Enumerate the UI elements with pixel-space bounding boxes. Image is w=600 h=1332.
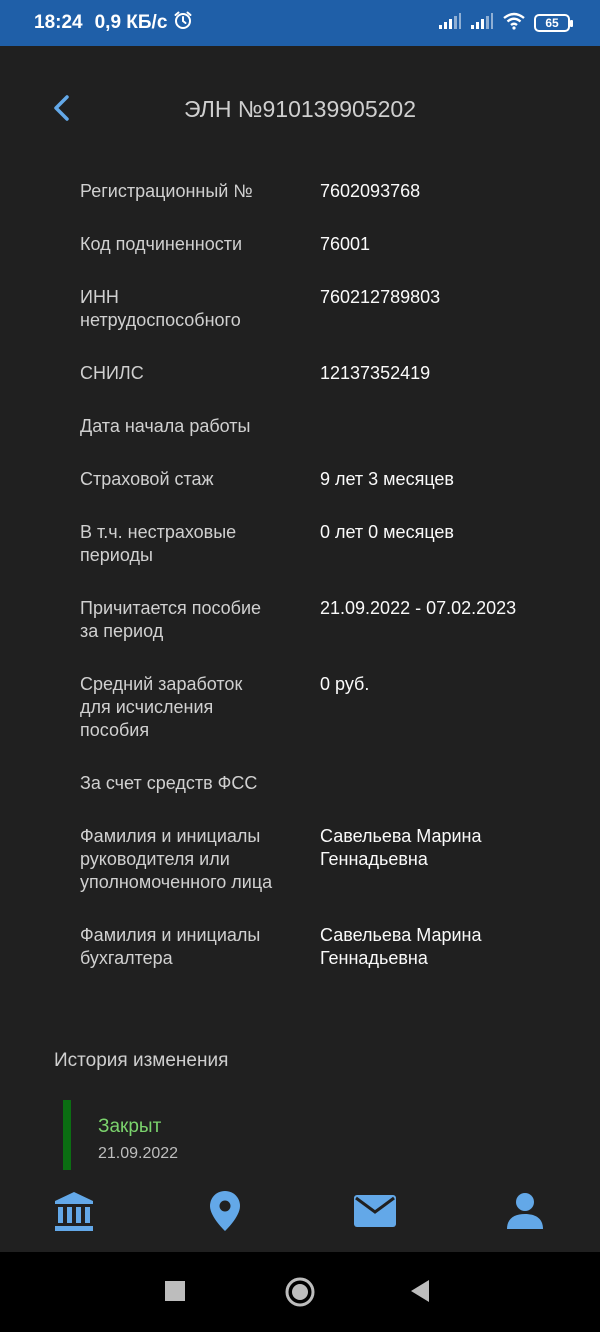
detail-label: ИНН нетрудоспособного (80, 287, 241, 330)
history-status: Закрыт (98, 1116, 162, 1137)
status-time: 18:24 (34, 12, 83, 33)
detail-row: Причитается пособие за период 21.09.2022 … (80, 597, 560, 643)
battery-icon: 65 (534, 14, 573, 32)
status-right: 65 (438, 12, 573, 35)
detail-label: Код подчиненности (80, 234, 243, 254)
detail-value: 76001 (320, 234, 371, 254)
detail-row: В т.ч. нестраховые периоды 0 лет 0 месяце… (80, 521, 560, 567)
detail-label: Регистрационный № (80, 181, 253, 201)
detail-row: Регистрационный № 7602093768 (80, 180, 560, 203)
detail-value: 0 лет 0 месяцев (320, 522, 454, 542)
status-left: 18:24 0,9 КБ/с (34, 10, 193, 36)
triangle-back-icon (409, 1279, 431, 1308)
system-nav-bar (0, 1252, 600, 1332)
back-system-button[interactable] (405, 1278, 435, 1308)
detail-label: Дата начала работы (80, 416, 251, 436)
detail-value: 12137352419 (320, 363, 431, 383)
nav-mail-button[interactable] (350, 1188, 400, 1238)
square-icon (164, 1280, 186, 1307)
detail-value: 760212789803 (320, 287, 441, 307)
detail-value: Савельева Марина Геннадьевна (320, 925, 482, 968)
recent-apps-button[interactable] (160, 1278, 190, 1308)
bottom-nav (0, 1180, 600, 1250)
person-icon (505, 1191, 545, 1236)
detail-label: СНИЛС (80, 363, 144, 383)
history-status-bar (63, 1100, 71, 1170)
signal-icon (438, 12, 462, 35)
detail-label: Причитается пособие за период (80, 598, 262, 641)
detail-row: Фамилия и инициалы руководителя или упол… (80, 825, 560, 894)
circle-icon (284, 1276, 316, 1313)
alarm-icon (173, 10, 193, 36)
nav-location-button[interactable] (200, 1188, 250, 1238)
detail-label: Средний заработок для исчисления пособия (80, 674, 243, 740)
detail-row: Средний заработок для исчисления пособия… (80, 673, 560, 742)
nav-profile-button[interactable] (500, 1188, 550, 1238)
detail-label: За счет средств ФСС (80, 773, 258, 793)
details-list: Регистрационный № 7602093768 Код подчиненн… (80, 180, 560, 1000)
detail-row: Фамилия и инициалы бухгалтера Савельева М… (80, 924, 560, 970)
signal-icon-2 (470, 12, 494, 35)
detail-row: ИНН нетрудоспособного 760212789803 (80, 286, 560, 332)
detail-row: Страховой стаж 9 лет 3 месяцев (80, 468, 560, 491)
detail-label: В т.ч. нестраховые периоды (80, 522, 237, 565)
detail-value: Савельева Марина Геннадьевна (320, 826, 482, 869)
detail-label: Страховой стаж (80, 469, 214, 489)
bank-icon (52, 1189, 96, 1238)
detail-row: За счет средств ФСС (80, 772, 560, 795)
detail-row: Дата начала работы (80, 415, 560, 438)
detail-row: СНИЛС 12137352419 (80, 362, 560, 385)
history-item[interactable]: Закрыт 21.09.2022 (63, 1100, 543, 1170)
location-pin-icon (208, 1189, 242, 1238)
history-title: История изменения (54, 1050, 229, 1071)
detail-value: 9 лет 3 месяцев (320, 469, 454, 489)
detail-label: Фамилия и инициалы руководителя или упол… (80, 826, 273, 892)
detail-value: 0 руб. (320, 674, 370, 694)
wifi-icon (502, 12, 526, 35)
nav-bank-button[interactable] (49, 1188, 99, 1238)
detail-row: Код подчиненности 76001 (80, 233, 560, 256)
status-bar: 18:24 0,9 КБ/с 65 (0, 0, 600, 46)
status-network-speed: 0,9 КБ/с (94, 12, 168, 33)
mail-icon (353, 1193, 397, 1234)
detail-value: 7602093768 (320, 181, 421, 201)
header: ЭЛН №910139905202 (0, 80, 600, 140)
detail-label: Фамилия и инициалы бухгалтера (80, 925, 261, 968)
history-date: 21.09.2022 (98, 1145, 179, 1162)
page-title: ЭЛН №910139905202 (183, 96, 417, 122)
detail-value: 21.09.2022 - 07.02.2023 (320, 598, 517, 618)
home-button[interactable] (282, 1276, 318, 1312)
